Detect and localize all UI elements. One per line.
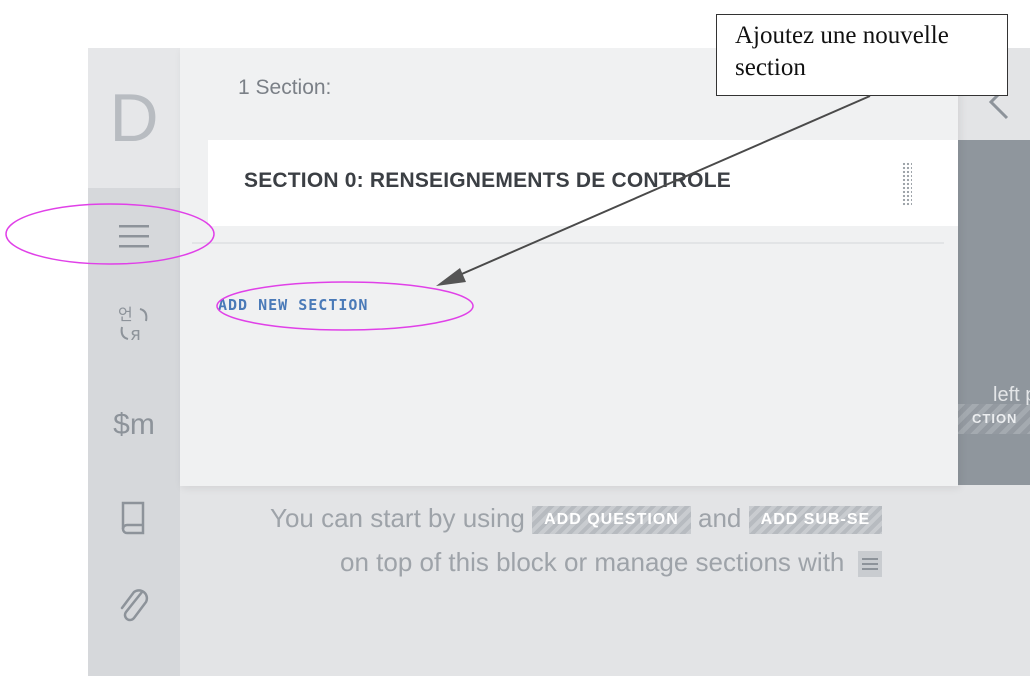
stripe-label: CTION [972,411,1018,426]
sections-panel: 1 Section: SECTION 0: RENSEIGNEMENTS DE … [180,48,958,486]
section-title: SECTION 0: RENSEIGNEMENTS DE CONTROLE [244,169,731,192]
book-icon[interactable] [88,494,180,544]
menu-icon[interactable] [88,216,180,256]
left-rail: D 언 я $m [88,48,180,676]
menu-mini-icon [857,551,882,578]
add-new-section-button[interactable]: ADD NEW SECTION [218,296,368,314]
help-and: and [698,503,742,533]
currency-macro-icon[interactable]: $m [88,402,180,448]
app-window: CTION left pa You can start by using ADD… [88,48,1030,676]
help-line-2: on top of this block or manage sections … [340,540,882,584]
divider [192,242,944,244]
currency-macro-label: $m [113,408,155,441]
help-line-1: You can start by using ADD QUESTION and … [270,496,883,540]
paperclip-icon[interactable] [88,578,180,634]
logo-letter: D [109,80,159,156]
help-prefix: You can start by using [270,503,525,533]
svg-text:언: 언 [118,305,133,324]
section-item[interactable]: SECTION 0: RENSEIGNEMENTS DE CONTROLE [208,140,958,226]
background-section-block: CTION [958,140,1030,485]
add-question-hint: ADD QUESTION [532,506,691,535]
callout-line-2: section [735,54,806,81]
translate-icon[interactable]: 언 я [88,300,180,346]
help-line2-text: on top of this block or manage sections … [340,547,845,577]
drag-handle-icon[interactable] [902,162,912,206]
background-hint-fragment: left pa [993,384,1030,406]
callout-line-1: Ajoutez une nouvelle [735,22,949,49]
svg-text:я: я [130,324,141,343]
instruction-callout: Ajoutez une nouvelle section [716,14,1008,96]
background-section-stripe: CTION [958,404,1030,434]
app-logo: D [88,48,180,188]
add-subsection-hint: ADD SUB-SE [748,506,883,535]
section-count: 1 Section: [238,76,332,99]
